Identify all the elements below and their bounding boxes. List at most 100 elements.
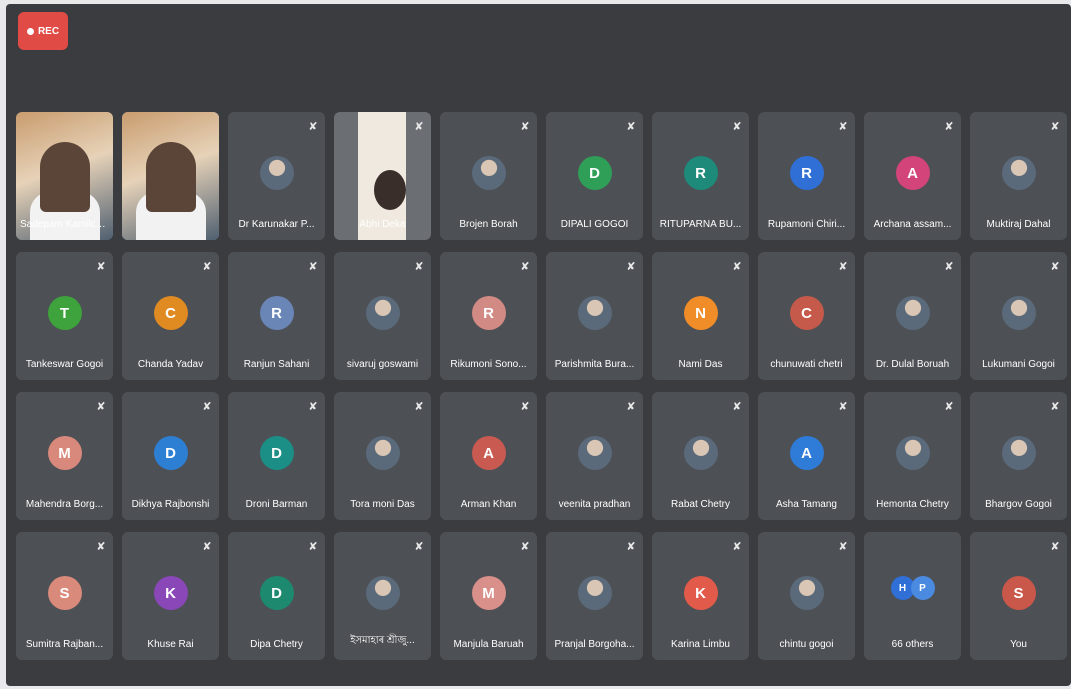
participant-name: ইসমাহাৰ শ্ৰীজু...	[350, 635, 415, 646]
participant-tile[interactable]: C ✘ chunuwati chetri	[758, 252, 855, 380]
mic-off-icon: ✘	[308, 261, 318, 273]
participant-tile[interactable]: ✘ Hemonta Chetry	[864, 392, 961, 520]
participant-tile[interactable]: H P 66 others	[864, 532, 961, 660]
participant-name: Sumitra Rajban...	[25, 639, 104, 650]
participant-name: Hemonta Chetry	[876, 499, 949, 510]
participant-name: 66 others	[891, 639, 934, 650]
participant-tile[interactable]	[122, 112, 219, 240]
participant-tile[interactable]: ✘ Tora moni Das	[334, 392, 431, 520]
avatar: D	[259, 436, 294, 470]
avatar: T	[47, 296, 82, 330]
participant-name: chintu gogoi	[779, 639, 834, 650]
participant-tile[interactable]: M ✘ Mahendra Borg...	[16, 392, 113, 520]
participant-tile[interactable]: A ✘ Asha Tamang	[758, 392, 855, 520]
mic-off-icon: ✘	[414, 541, 424, 553]
avatar	[1001, 436, 1036, 470]
video-person-head	[40, 142, 90, 212]
participant-tile[interactable]: C ✘ Chanda Yadav	[122, 252, 219, 380]
participant-tile[interactable]: ✘ Bhargov Gogoi	[970, 392, 1067, 520]
avatar: R	[789, 156, 824, 190]
participant-tile[interactable]: K ✘ Khuse Rai	[122, 532, 219, 660]
participant-tile[interactable]: A ✘ Archana assam...	[864, 112, 961, 240]
participant-name: Nami Das	[678, 359, 723, 370]
participant-tile[interactable]: D ✘ DIPALI GOGOI	[546, 112, 643, 240]
participant-tile[interactable]: ✘ Muktiraj Dahal	[970, 112, 1067, 240]
participant-tile[interactable]: R ✘ Ranjun Sahani	[228, 252, 325, 380]
mic-off-icon: ✘	[732, 261, 742, 273]
participant-name: veenita pradhan	[558, 499, 631, 510]
avatar: R	[259, 296, 294, 330]
avatar: S	[1001, 576, 1036, 610]
avatar	[365, 296, 400, 330]
participant-tile[interactable]: K ✘ Karina Limbu	[652, 532, 749, 660]
avatar: A	[895, 156, 930, 190]
participant-name: Brojen Borah	[459, 219, 518, 230]
participant-name: Rikumoni Sono...	[450, 359, 527, 370]
avatar: K	[153, 576, 188, 610]
participant-tile[interactable]: D ✘ Dipa Chetry	[228, 532, 325, 660]
mic-off-icon: ✘	[96, 401, 106, 413]
participant-name: Mahendra Borg...	[25, 499, 104, 510]
mic-off-icon: ✘	[308, 401, 318, 413]
avatar: S	[47, 576, 82, 610]
participant-tile[interactable]: A ✘ Arman Khan	[440, 392, 537, 520]
participant-name: Karina Limbu	[671, 639, 730, 650]
participant-tile[interactable]: ✘ Dr. Dulal Boruah	[864, 252, 961, 380]
participant-tile[interactable]: R ✘ Rupamoni Chiri...	[758, 112, 855, 240]
participant-tile[interactable]: ✘ Abhi Deka	[334, 112, 431, 240]
participant-tile[interactable]: D ✘ Dikhya Rajbonshi	[122, 392, 219, 520]
participant-tile[interactable]: ✘ Lukumani Gogoi	[970, 252, 1067, 380]
participant-tile[interactable]: N ✘ Nami Das	[652, 252, 749, 380]
participant-name: Dipa Chetry	[250, 639, 303, 650]
participant-tile[interactable]: R ✘ Rikumoni Sono...	[440, 252, 537, 380]
avatar	[365, 436, 400, 470]
participant-tile[interactable]: M ✘ Manjula Baruah	[440, 532, 537, 660]
mic-off-icon: ✘	[414, 261, 424, 273]
avatar: D	[577, 156, 612, 190]
participant-tile[interactable]: S ✘ You	[970, 532, 1067, 660]
avatar	[259, 156, 294, 190]
avatar: K	[683, 576, 718, 610]
mic-off-icon: ✘	[1050, 541, 1060, 553]
mic-off-icon: ✘	[732, 541, 742, 553]
participant-tile[interactable]: ✘ chintu gogoi	[758, 532, 855, 660]
participant-tile[interactable]: ✘ Brojen Borah	[440, 112, 537, 240]
avatar	[683, 436, 718, 470]
mic-off-icon: ✘	[944, 121, 954, 133]
mic-off-icon: ✘	[414, 121, 424, 133]
participant-tile[interactable]: ✘ Parishmita Bura...	[546, 252, 643, 380]
participant-tile[interactable]: ✘ Rabat Chetry	[652, 392, 749, 520]
participant-name: Dr Karunakar P...	[238, 219, 315, 230]
avatar: D	[153, 436, 188, 470]
participant-tile[interactable]: T ✘ Tankeswar Gogoi	[16, 252, 113, 380]
avatar	[789, 576, 824, 610]
participant-tile[interactable]: ✘ sivaruj goswami	[334, 252, 431, 380]
participant-name: Manjula Baruah	[453, 639, 524, 650]
mic-off-icon: ✘	[520, 401, 530, 413]
mic-off-icon: ✘	[96, 261, 106, 273]
participant-name: RITUPARNA BU...	[659, 219, 742, 230]
mic-off-icon: ✘	[1050, 121, 1060, 133]
participant-tile[interactable]: Sadepam Kamilcoze	[16, 112, 113, 240]
participant-tile[interactable]: R ✘ RITUPARNA BU...	[652, 112, 749, 240]
mic-off-icon: ✘	[732, 121, 742, 133]
mic-off-icon: ✘	[944, 401, 954, 413]
participant-tile[interactable]: ✘ Pranjal Borgoha...	[546, 532, 643, 660]
participant-name: chunuwati chetri	[770, 359, 843, 370]
avatar: D	[259, 576, 294, 610]
participant-tile[interactable]: ✘ ইসমাহাৰ শ্ৰীজু...	[334, 532, 431, 660]
participant-name: Asha Tamang	[776, 499, 837, 510]
mic-off-icon: ✘	[626, 261, 636, 273]
mic-off-icon: ✘	[308, 541, 318, 553]
mic-off-icon: ✘	[308, 121, 318, 133]
participant-tile[interactable]: D ✘ Droni Barman	[228, 392, 325, 520]
mic-off-icon: ✘	[96, 541, 106, 553]
mic-off-icon: ✘	[520, 261, 530, 273]
recording-label: REC	[37, 25, 60, 37]
avatar: A	[789, 436, 824, 470]
participant-tile[interactable]: ✘ Dr Karunakar P...	[228, 112, 325, 240]
participant-name: Tankeswar Gogoi	[25, 359, 104, 370]
participant-tile[interactable]: S ✘ Sumitra Rajban...	[16, 532, 113, 660]
participant-tile[interactable]: ✘ veenita pradhan	[546, 392, 643, 520]
mic-off-icon: ✘	[626, 401, 636, 413]
